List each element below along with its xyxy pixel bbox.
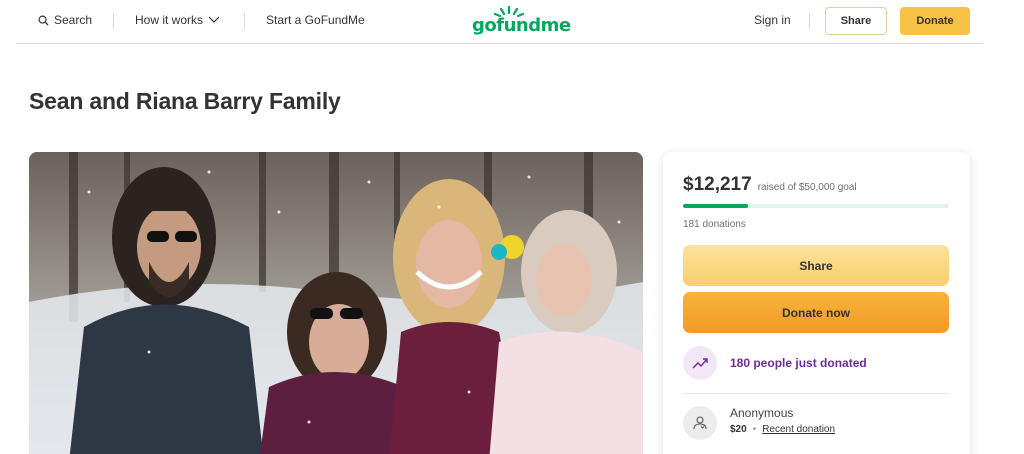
card-divider: [683, 393, 949, 394]
share-button[interactable]: Share: [683, 245, 949, 286]
goal-text: raised of $50,000 goal: [757, 182, 857, 193]
chevron-down-icon: [208, 16, 220, 23]
trending-badge: [683, 346, 717, 380]
nav-divider: [809, 13, 810, 30]
donation-card: $12,217 raised of $50,000 goal 181 donat…: [663, 152, 970, 454]
raised-summary: $12,217 raised of $50,000 goal: [683, 174, 857, 196]
family-photo-image: [29, 152, 643, 454]
recent-donation-item: Anonymous $20 • Recent donation: [683, 406, 835, 440]
sign-in-label: Sign in: [754, 13, 791, 27]
search-label: Search: [54, 13, 93, 27]
trending-up-icon: [692, 358, 708, 369]
trending-text: 180 people just donated: [730, 356, 867, 370]
donor-avatar: [683, 406, 717, 440]
recent-donation-link[interactable]: Recent donation: [762, 424, 835, 435]
start-gofundme-label: Start a GoFundMe: [266, 13, 365, 27]
donor-name: Anonymous: [730, 406, 794, 420]
donate-now-button[interactable]: Donate now: [683, 292, 949, 333]
heart-hand-icon: [693, 416, 707, 430]
how-it-works-menu[interactable]: How it works: [135, 13, 220, 27]
start-gofundme-link[interactable]: Start a GoFundMe: [266, 13, 365, 27]
donor-info: Anonymous $20 • Recent donation: [730, 406, 835, 435]
campaign-photo[interactable]: [29, 152, 643, 454]
raised-amount: $12,217: [683, 174, 752, 195]
nav-divider: [113, 13, 114, 30]
donate-button-header[interactable]: Donate: [900, 7, 970, 35]
search-link[interactable]: Search: [38, 13, 92, 27]
donation-count: 181 donations: [683, 219, 746, 230]
campaign-title: Sean and Riana Barry Family: [29, 88, 341, 114]
nav-divider: [244, 13, 245, 30]
donation-amount: $20: [730, 424, 747, 435]
progress-fill: [683, 204, 748, 208]
search-icon: [38, 15, 49, 26]
how-it-works-label: How it works: [135, 13, 204, 27]
trending-donations: 180 people just donated: [683, 346, 867, 380]
progress-bar: [683, 204, 949, 208]
share-button-header[interactable]: Share: [825, 7, 887, 35]
sign-in-link[interactable]: Sign in: [754, 13, 791, 27]
top-nav: Search How it works Start a GoFundMe gof…: [16, 0, 983, 44]
donor-meta: $20 • Recent donation: [730, 424, 835, 435]
logo-wordmark: gofundme: [472, 15, 571, 36]
meta-separator: •: [752, 424, 757, 435]
gofundme-logo[interactable]: gofundme: [454, 4, 571, 38]
